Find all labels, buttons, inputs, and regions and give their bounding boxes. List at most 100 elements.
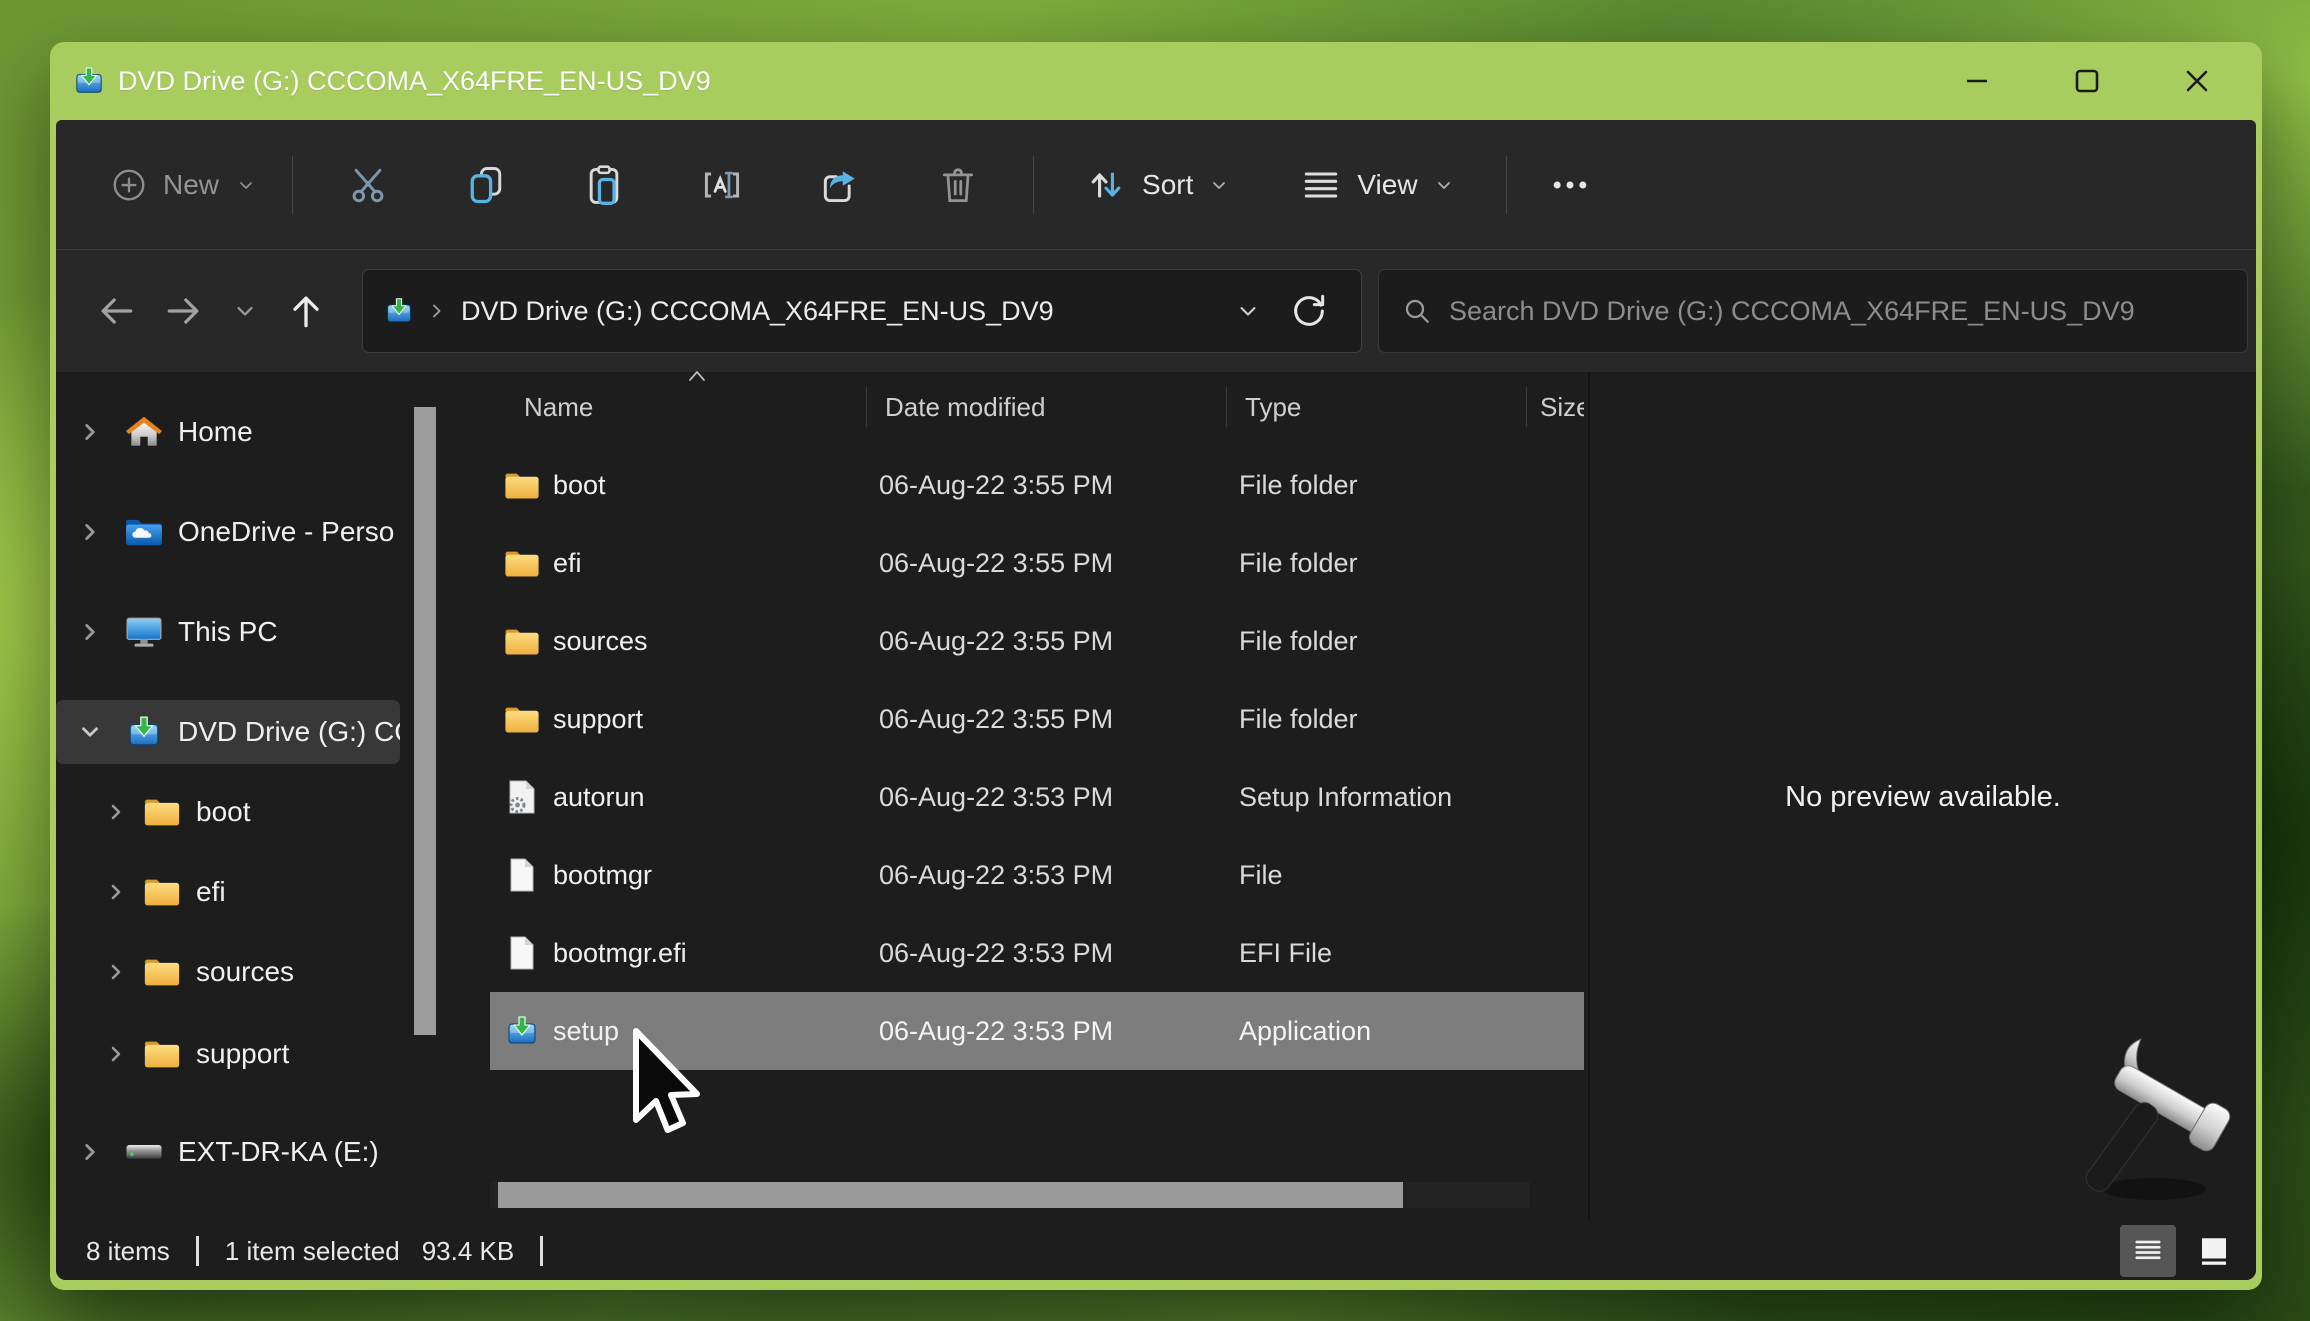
expand-chevron-icon[interactable] <box>72 614 108 650</box>
refresh-button[interactable] <box>1280 282 1338 340</box>
cut-button[interactable] <box>337 154 399 216</box>
horizontal-scrollbar-thumb[interactable] <box>498 1182 1403 1208</box>
sidebar-item-label: OneDrive - Perso <box>178 516 394 548</box>
titlebar[interactable]: DVD Drive (G:) CCCOMA_X64FRE_EN-US_DV9 <box>56 42 2256 120</box>
column-header-type[interactable]: Type <box>1226 387 1526 427</box>
expand-chevron-icon[interactable] <box>72 1134 108 1170</box>
home-icon <box>124 412 164 452</box>
sidebar-scrollbar[interactable] <box>412 372 440 1222</box>
preview-pane: No preview available. <box>1588 372 2256 1222</box>
folder-icon <box>504 701 540 737</box>
forward-button[interactable] <box>155 282 213 340</box>
column-headers: Name Date modified Type Size <box>490 372 1584 437</box>
more-options-button[interactable] <box>1537 154 1603 216</box>
view-icon <box>1299 163 1343 207</box>
sidebar-item-home[interactable]: Home <box>56 400 400 464</box>
navigation-pane: Home OneDrive - P <box>56 372 412 1222</box>
horizontal-scrollbar[interactable] <box>490 1182 1530 1208</box>
caption-controls <box>1922 42 2252 120</box>
sidebar-item-support[interactable]: support <box>56 1022 400 1086</box>
file-type: Application <box>1226 1016 1526 1047</box>
minimize-button[interactable] <box>1922 42 2032 120</box>
file-date-modified: 06-Aug-22 3:53 PM <box>866 860 1226 891</box>
sidebar-item-dvd-drive[interactable]: DVD Drive (G:) CC <box>56 700 400 764</box>
address-bar[interactable]: DVD Drive (G:) CCCOMA_X64FRE_EN-US_DV9 <box>362 269 1362 353</box>
file-date-modified: 06-Aug-22 3:53 PM <box>866 782 1226 813</box>
file-row-sources[interactable]: sources 06-Aug-22 3:55 PM File folder <box>490 602 1584 680</box>
column-header-size[interactable]: Size <box>1526 387 1584 427</box>
dvd-drive-icon <box>124 712 164 752</box>
file-date-modified: 06-Aug-22 3:53 PM <box>866 938 1226 969</box>
collapse-chevron-icon[interactable] <box>72 714 108 750</box>
sidebar-item-onedrive[interactable]: OneDrive - Perso <box>56 500 400 564</box>
file-date-modified: 06-Aug-22 3:55 PM <box>866 470 1226 501</box>
chevron-down-icon <box>1207 173 1231 197</box>
file-type: File <box>1226 860 1526 891</box>
file-name: support <box>553 704 643 735</box>
sort-button[interactable]: Sort <box>1068 153 1247 217</box>
copy-button[interactable] <box>455 154 517 216</box>
toolbar-separator <box>292 156 293 214</box>
expand-chevron-icon[interactable] <box>98 954 134 990</box>
file-row-boot[interactable]: boot 06-Aug-22 3:55 PM File folder <box>490 446 1584 524</box>
file-row-efi[interactable]: efi 06-Aug-22 3:55 PM File folder <box>490 524 1584 602</box>
file-row-autorun[interactable]: autorun 06-Aug-22 3:53 PM Setup Informat… <box>490 758 1584 836</box>
toolbar-separator <box>1506 156 1507 214</box>
file-rows: boot 06-Aug-22 3:55 PM File folder efi <box>490 437 1588 1070</box>
close-button[interactable] <box>2142 42 2252 120</box>
explorer-content: Home OneDrive - P <box>56 372 2256 1222</box>
column-header-date-modified[interactable]: Date modified <box>866 387 1226 427</box>
up-button[interactable] <box>277 282 335 340</box>
sort-button-label: Sort <box>1142 169 1193 201</box>
expand-chevron-icon[interactable] <box>72 514 108 550</box>
hammer-icon <box>2076 1037 2256 1220</box>
sidebar-item-label: EXT-DR-KA (E:) <box>178 1136 379 1168</box>
sidebar-item-boot[interactable]: boot <box>56 780 400 844</box>
sidebar-item-ext-drive[interactable]: EXT-DR-KA (E:) <box>56 1120 400 1184</box>
view-button[interactable]: View <box>1283 153 1471 217</box>
sidebar-item-sources[interactable]: sources <box>56 940 400 1004</box>
file-name: bootmgr <box>553 860 652 891</box>
back-button[interactable] <box>87 282 145 340</box>
large-icons-view-button[interactable] <box>2186 1225 2242 1277</box>
recent-locations-button[interactable] <box>223 282 267 340</box>
expand-chevron-icon[interactable] <box>72 414 108 450</box>
file-name: bootmgr.efi <box>553 938 687 969</box>
navigation-bar: DVD Drive (G:) CCCOMA_X64FRE_EN-US_DV9 <box>56 250 2256 372</box>
breadcrumb[interactable]: DVD Drive (G:) CCCOMA_X64FRE_EN-US_DV9 <box>385 296 1054 327</box>
new-button[interactable]: New <box>92 156 276 214</box>
onedrive-icon <box>124 512 164 552</box>
expand-chevron-icon[interactable] <box>98 874 134 910</box>
file-type: EFI File <box>1226 938 1526 969</box>
chevron-down-icon <box>1234 297 1262 325</box>
address-dropdown-button[interactable] <box>1226 282 1270 340</box>
this-pc-icon <box>124 612 164 652</box>
item-count: 8 items <box>86 1236 170 1267</box>
file-row-setup[interactable]: setup 06-Aug-22 3:53 PM Application <box>490 992 1584 1070</box>
column-header-name[interactable]: Name <box>490 387 866 427</box>
sidebar-item-this-pc[interactable]: This PC <box>56 600 400 664</box>
file-row-bootmgr[interactable]: bootmgr 06-Aug-22 3:53 PM File <box>490 836 1584 914</box>
chevron-down-icon <box>231 297 259 325</box>
search-box[interactable] <box>1378 269 2248 353</box>
sidebar-item-efi[interactable]: efi <box>56 860 400 924</box>
file-explorer-window: DVD Drive (G:) CCCOMA_X64FRE_EN-US_DV9 <box>50 42 2262 1290</box>
delete-button[interactable] <box>927 154 989 216</box>
maximize-button[interactable] <box>2032 42 2142 120</box>
breadcrumb-path[interactable]: DVD Drive (G:) CCCOMA_X64FRE_EN-US_DV9 <box>461 296 1054 327</box>
expand-chevron-icon[interactable] <box>98 794 134 830</box>
arrow-right-icon <box>162 289 206 333</box>
folder-icon <box>142 792 182 832</box>
file-row-bootmgr-efi[interactable]: bootmgr.efi 06-Aug-22 3:53 PM EFI File <box>490 914 1584 992</box>
rename-button[interactable] <box>691 154 753 216</box>
large-icons-view-icon <box>2196 1233 2232 1269</box>
folder-icon <box>142 952 182 992</box>
file-row-support[interactable]: support 06-Aug-22 3:55 PM File folder <box>490 680 1584 758</box>
expand-chevron-icon[interactable] <box>98 1036 134 1072</box>
sidebar-item-label: efi <box>196 876 226 908</box>
details-view-button[interactable] <box>2120 1225 2176 1277</box>
sidebar-scrollbar-thumb[interactable] <box>414 407 436 1035</box>
search-input[interactable] <box>1449 296 2231 327</box>
paste-button[interactable] <box>573 154 635 216</box>
share-button[interactable] <box>809 154 871 216</box>
